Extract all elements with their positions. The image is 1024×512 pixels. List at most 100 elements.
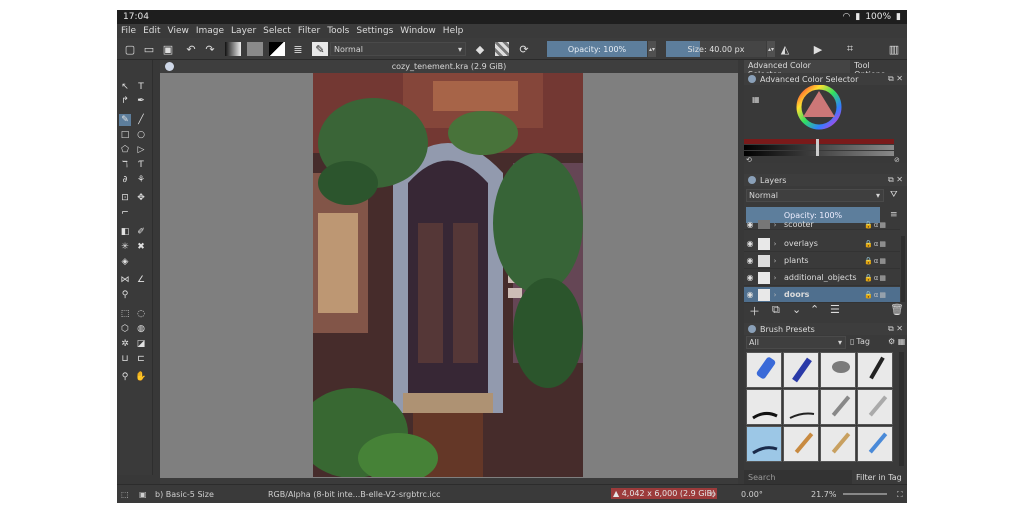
- layer-row[interactable]: ◉ › scooter 🔒α▦: [744, 220, 900, 230]
- polygon-select-icon[interactable]: ⬡: [119, 323, 131, 335]
- add-layer-icon[interactable]: ＋: [749, 303, 760, 319]
- size-slider[interactable]: Size: 40.00 px: [666, 41, 766, 57]
- freehand-path-icon[interactable]: Ƭ: [135, 159, 147, 171]
- brush-preset[interactable]: [820, 426, 856, 462]
- gradient-selector-icon[interactable]: [225, 42, 241, 56]
- blend-mode-select[interactable]: Normal ▾: [330, 42, 466, 56]
- similar-select-icon[interactable]: ◪: [135, 338, 147, 350]
- float-close-icon[interactable]: ⧉ ✕: [888, 74, 903, 84]
- freehand-select-icon[interactable]: ◍: [135, 323, 147, 335]
- menu-layer[interactable]: Layer: [231, 26, 256, 36]
- gradient-tool-icon[interactable]: ◧: [119, 226, 131, 238]
- menu-tools[interactable]: Tools: [327, 26, 349, 36]
- transform-tool-icon[interactable]: ⊡: [119, 192, 131, 204]
- pattern-selector-icon[interactable]: [247, 42, 263, 56]
- brush-grid-scrollbar[interactable]: [899, 352, 904, 466]
- layer-properties-icon[interactable]: ☰: [830, 303, 840, 316]
- layer-row[interactable]: ◉ › overlays 🔒α▦: [744, 236, 900, 252]
- reload-preset-icon[interactable]: ⟳: [517, 42, 531, 56]
- move-layer-up-icon[interactable]: ⌃: [810, 303, 819, 316]
- menu-file[interactable]: File: [121, 26, 136, 36]
- save-icon[interactable]: ▣: [162, 42, 174, 56]
- brush-preset[interactable]: [746, 389, 782, 425]
- brush-float-close-icon[interactable]: ⧉ ✕: [888, 324, 903, 334]
- layer-flags-icon[interactable]: 🔒α▦: [864, 274, 887, 282]
- artwork-canvas[interactable]: [313, 73, 583, 477]
- brush-preset[interactable]: [783, 389, 819, 425]
- size-stepper[interactable]: ▴▾: [767, 41, 775, 57]
- measure-tool-icon[interactable]: ∠: [135, 274, 147, 286]
- brush-preset[interactable]: [820, 389, 856, 425]
- preserve-alpha-icon[interactable]: [495, 42, 509, 56]
- ellipse-select-icon[interactable]: ◌: [135, 308, 147, 320]
- reference-tool-icon[interactable]: ⚲: [119, 289, 131, 301]
- mirror-vertical-icon[interactable]: ▶: [811, 42, 825, 56]
- color-picker-icon[interactable]: ✐: [135, 226, 147, 238]
- new-document-icon[interactable]: ▢: [124, 42, 136, 56]
- brush-search-input[interactable]: Search: [744, 470, 852, 484]
- brush-tag-select[interactable]: All ▾: [746, 336, 846, 349]
- select-shapes-icon[interactable]: ↖: [119, 81, 131, 93]
- brush-preset-selected[interactable]: [746, 426, 782, 462]
- fill-tool-icon[interactable]: ◈: [119, 256, 131, 268]
- move-layer-down-icon[interactable]: ⌄: [792, 303, 801, 316]
- delete-layer-icon[interactable]: 🗑: [890, 303, 904, 316]
- eraser-icon[interactable]: ◆: [473, 42, 487, 56]
- brush-settings-icon[interactable]: ≣: [291, 42, 305, 56]
- visibility-icon[interactable]: ◉: [744, 239, 756, 248]
- filter-icon[interactable]: ⛛: [890, 190, 898, 200]
- dock-toggle-icon[interactable]: ▥: [887, 42, 901, 56]
- menu-view[interactable]: View: [168, 26, 189, 36]
- bezier-tool-icon[interactable]: ℸ: [119, 159, 131, 171]
- brush-preset[interactable]: [783, 426, 819, 462]
- multibrush-icon[interactable]: ⚘: [135, 174, 147, 186]
- bezier-select-icon[interactable]: ⊔: [119, 353, 131, 365]
- open-folder-icon[interactable]: ▭: [143, 42, 155, 56]
- magnetic-select-icon[interactable]: ⊏: [135, 353, 147, 365]
- layer-row[interactable]: ◉ › doors 🔒α▦: [744, 287, 900, 303]
- rectangle-tool-icon[interactable]: □: [119, 129, 131, 141]
- brush-preset[interactable]: [857, 426, 893, 462]
- contiguous-select-icon[interactable]: ✲: [119, 338, 131, 350]
- colorize-mask-icon[interactable]: ✖: [135, 241, 147, 253]
- edit-shapes-icon[interactable]: ↱: [119, 95, 131, 107]
- rotation-icon[interactable]: ⟲: [709, 490, 716, 499]
- move-tool-icon[interactable]: ✥: [135, 192, 147, 204]
- zoom-tool-icon[interactable]: ⚲: [119, 371, 131, 383]
- layer-flags-icon[interactable]: 🔒α▦: [864, 240, 887, 248]
- fg-bg-color-icon[interactable]: [269, 42, 285, 56]
- menu-settings[interactable]: Settings: [356, 26, 393, 36]
- brush-preset[interactable]: [857, 352, 893, 388]
- calligraphy-icon[interactable]: ✒: [135, 95, 147, 107]
- crop-tool-icon[interactable]: ⌐: [119, 207, 131, 219]
- fullscreen-icon[interactable]: ⛶: [897, 490, 903, 500]
- brush-preset-icon[interactable]: ✎: [312, 42, 328, 56]
- opacity-stepper[interactable]: ▴▾: [648, 41, 656, 57]
- tab-tool-options[interactable]: Tool Options: [850, 60, 907, 79]
- smart-patch-icon[interactable]: ✳: [119, 241, 131, 253]
- brush-preset[interactable]: [783, 352, 819, 388]
- visibility-icon[interactable]: ◉: [744, 220, 756, 229]
- ellipse-tool-icon[interactable]: ○: [135, 129, 147, 141]
- image-size-warning[interactable]: ▲ 4,042 x 6,000 (2.9 GiB): [611, 488, 718, 499]
- menu-edit[interactable]: Edit: [143, 26, 160, 36]
- color-selector[interactable]: ▦ ⟲ ⊘: [744, 84, 907, 164]
- brush-panel-settings-icon[interactable]: ⚙ ▦: [888, 337, 905, 346]
- tag-button[interactable]: ▯ Tag: [850, 337, 870, 346]
- menu-window[interactable]: Window: [400, 26, 436, 36]
- layers-scrollbar[interactable]: [901, 236, 905, 302]
- polyline-tool-icon[interactable]: ▷: [135, 144, 147, 156]
- layer-blend-select[interactable]: Normal ▾: [746, 189, 884, 202]
- crop-toolbar-icon[interactable]: ⌗: [843, 42, 857, 56]
- filter-in-tag-checkbox[interactable]: Filter in Tag: [856, 470, 907, 484]
- line-tool-icon[interactable]: ╱: [135, 114, 147, 126]
- duplicate-layer-icon[interactable]: ⧉: [772, 303, 780, 317]
- opacity-slider[interactable]: Opacity: 100%: [547, 41, 647, 57]
- dynamic-brush-icon[interactable]: ∂: [119, 174, 131, 186]
- layer-menu-icon[interactable]: ≡: [890, 210, 898, 220]
- layer-flags-icon[interactable]: 🔒α▦: [864, 221, 887, 229]
- undo-icon[interactable]: ↶: [185, 42, 197, 56]
- mirror-horizontal-icon[interactable]: ◭: [778, 42, 792, 56]
- redo-icon[interactable]: ↷: [204, 42, 216, 56]
- document-tab[interactable]: cozy_tenement.kra (2.9 GiB): [160, 60, 738, 73]
